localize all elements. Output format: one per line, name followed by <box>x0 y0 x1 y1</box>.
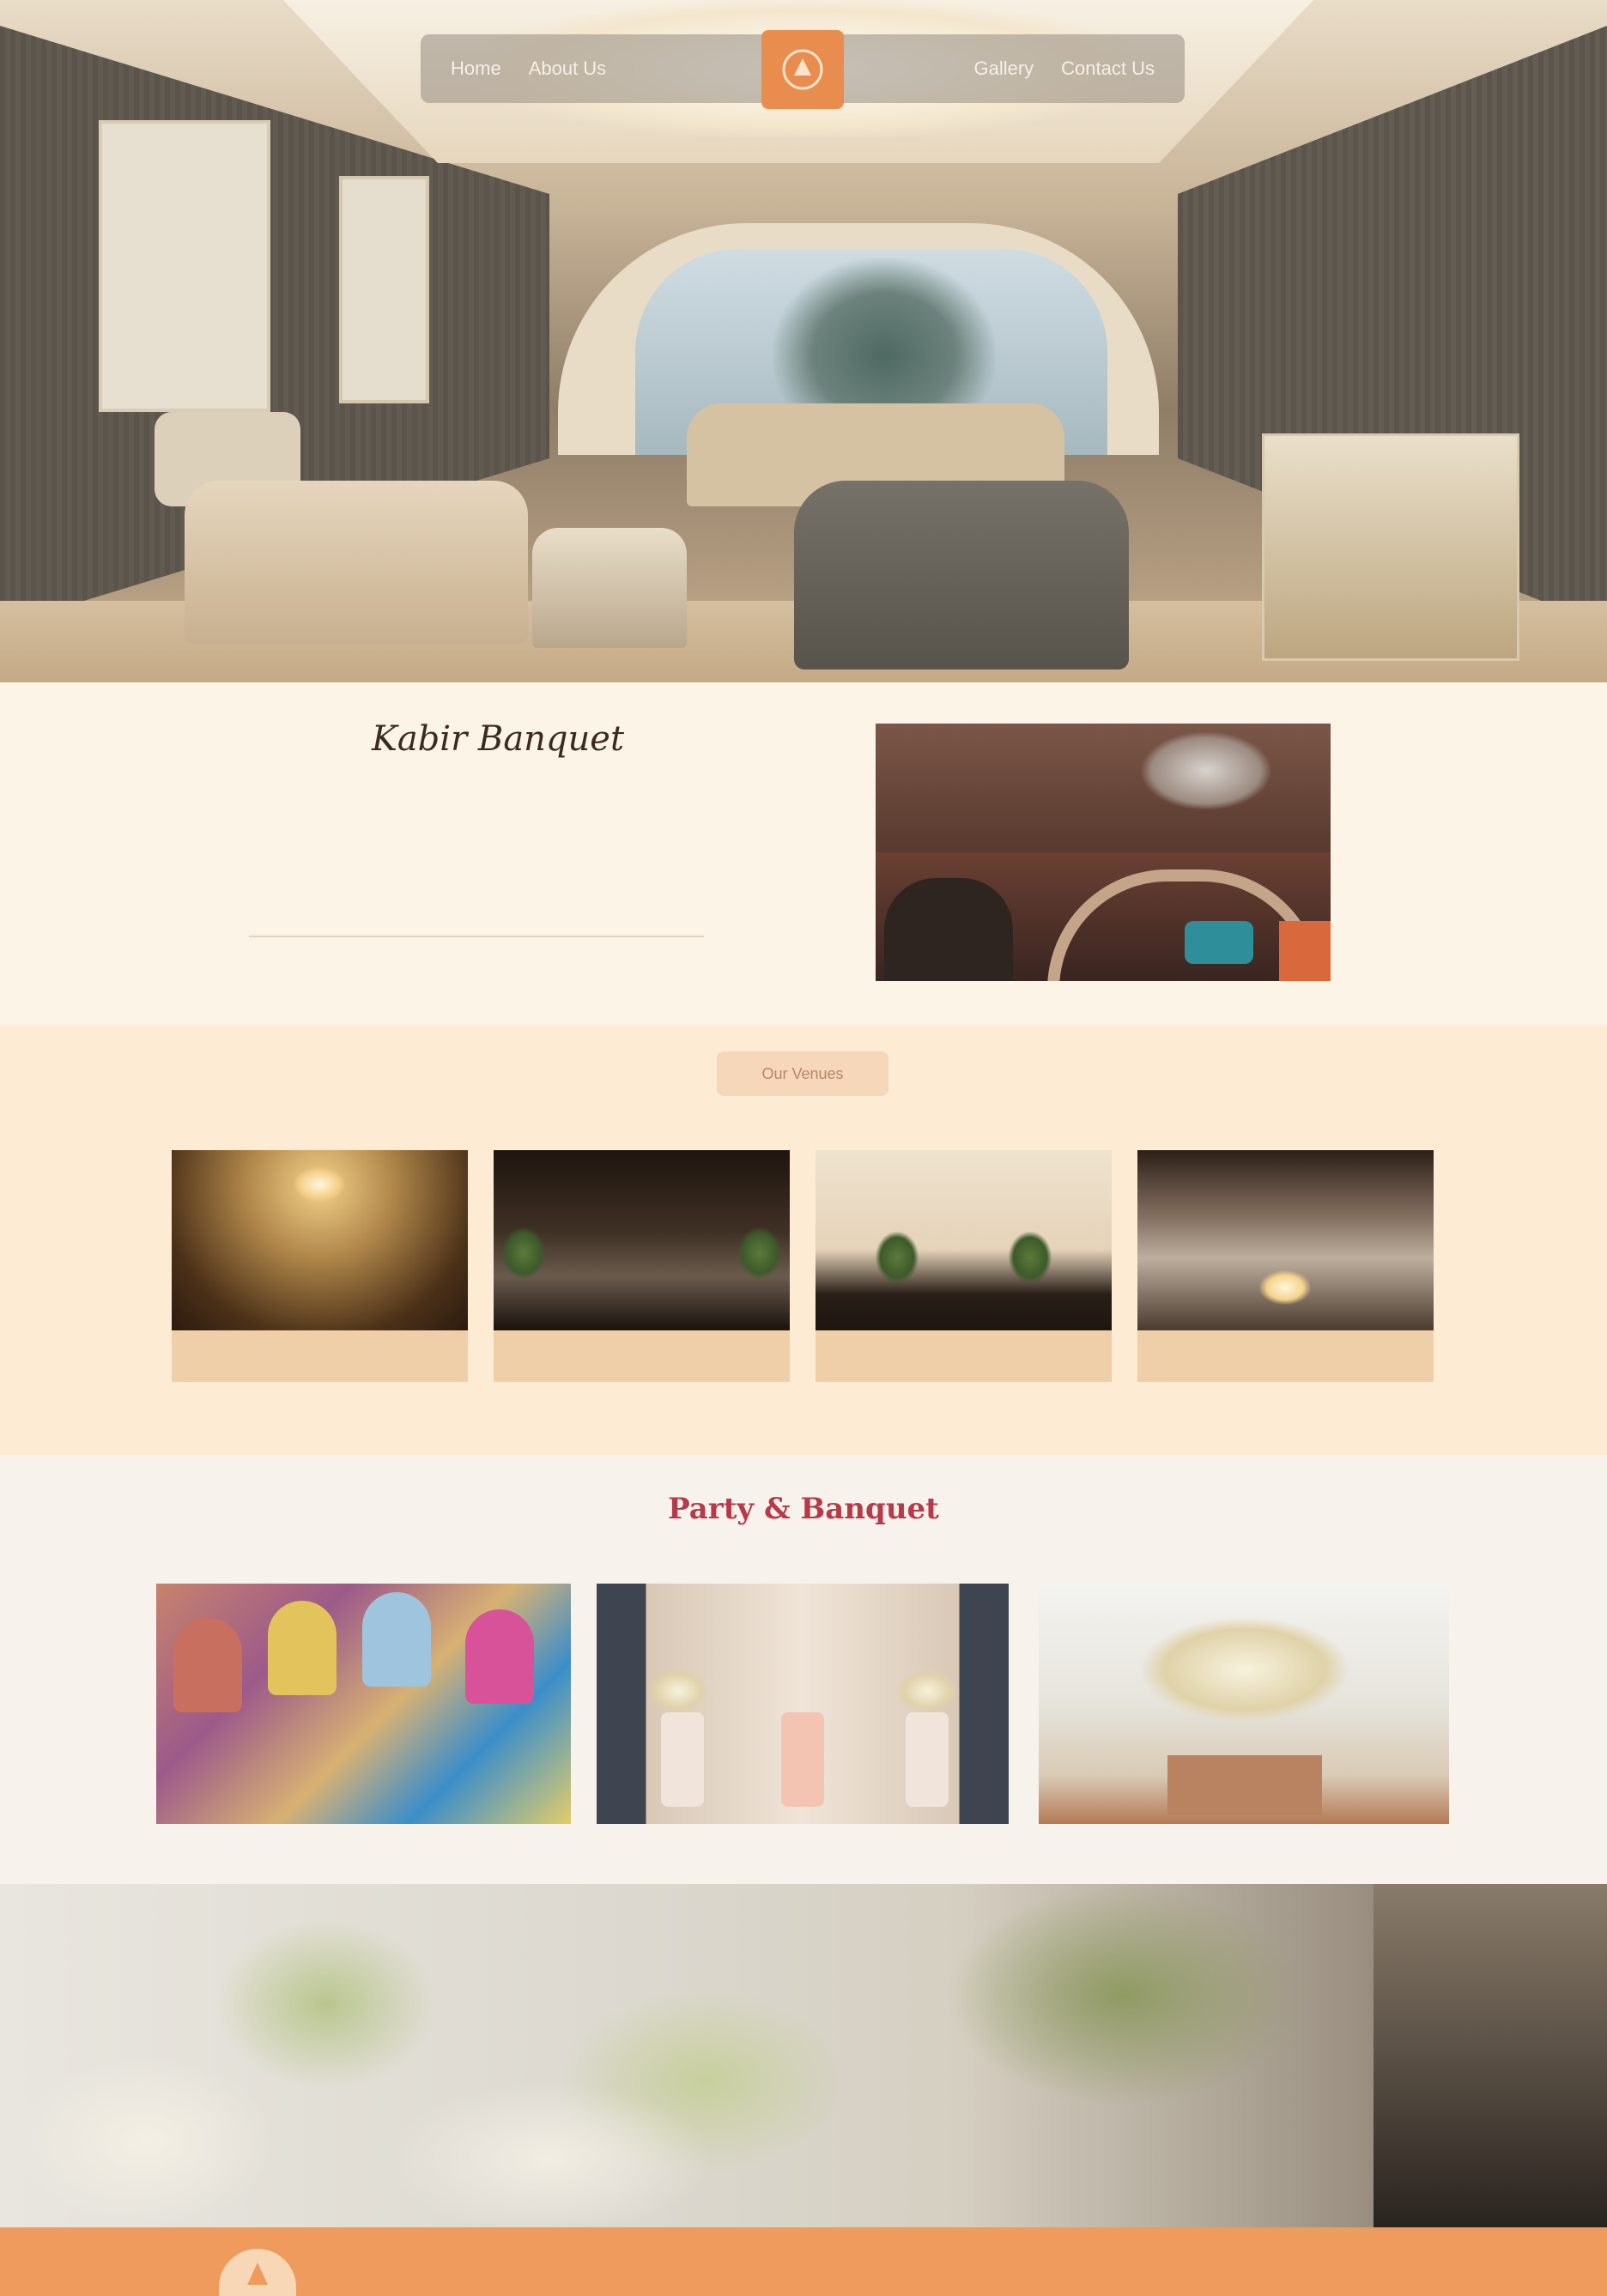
nav-link-about[interactable]: About Us <box>529 58 607 80</box>
photo-figure <box>268 1601 337 1695</box>
venue-caption <box>816 1330 1112 1382</box>
hero-armchair <box>794 481 1129 669</box>
our-venues-button[interactable]: Our Venues <box>717 1051 888 1096</box>
venue-card[interactable] <box>172 1150 468 1382</box>
venue-photo <box>816 1150 1112 1330</box>
venue-photo <box>494 1150 790 1330</box>
plant-icon <box>738 1227 781 1279</box>
party-photo-stage[interactable] <box>1039 1584 1449 1824</box>
chandelier-icon <box>1259 1270 1311 1305</box>
hero-window-tree <box>773 257 996 421</box>
venue-caption <box>1137 1330 1434 1382</box>
party-title: Party & Banquet <box>668 1492 939 1526</box>
photo-floral-backdrop <box>1142 1618 1348 1721</box>
chandelier-icon <box>294 1167 345 1202</box>
banner-foliage <box>944 1884 1305 2107</box>
banner-blossom <box>386 2081 713 2227</box>
party-photo-decor[interactable] <box>597 1584 1009 1824</box>
photo-figure <box>465 1609 534 1704</box>
venue-photo <box>172 1150 468 1330</box>
photo-orange-object <box>1279 921 1331 981</box>
party-photo-kids[interactable] <box>156 1584 571 1824</box>
welcome-title: Kabir Banquet <box>371 719 625 759</box>
venue-card[interactable] <box>494 1150 790 1382</box>
hero-sofa-left <box>185 481 528 644</box>
plant-icon <box>1009 1232 1052 1283</box>
photo-stage-sofa <box>1167 1755 1322 1815</box>
welcome-lounge-photo <box>876 724 1331 981</box>
hero-console-table <box>1262 433 1519 661</box>
nav-link-contact[interactable]: Contact Us <box>1061 58 1155 80</box>
venue-photo <box>1137 1150 1434 1330</box>
photo-flower-arrangement <box>648 1669 708 1712</box>
photo-bar-stool <box>884 878 1013 981</box>
photo-figure <box>173 1618 242 1712</box>
welcome-section <box>0 682 1607 1026</box>
photo-pedestal <box>906 1712 949 1807</box>
banner-blossom <box>17 2056 275 2227</box>
venue-caption <box>172 1330 468 1382</box>
photo-teal-object <box>1185 921 1253 964</box>
venue-card[interactable] <box>816 1150 1112 1382</box>
nav-link-gallery[interactable]: Gallery <box>973 58 1034 80</box>
logo-emblem-icon <box>782 49 823 90</box>
nav-link-home[interactable]: Home <box>451 58 501 80</box>
floral-decor-banner <box>0 1884 1607 2227</box>
footer-emblem-icon <box>247 2262 268 2285</box>
banner-wall-panel <box>1374 1884 1607 2227</box>
hero-coffee-table <box>532 528 687 648</box>
photo-lamp <box>1142 732 1270 809</box>
nav-left-group: Home About Us <box>451 58 606 80</box>
venue-card[interactable] <box>1137 1150 1434 1382</box>
photo-flower-arrangement <box>897 1669 957 1712</box>
wall-art-left <box>99 120 270 412</box>
photo-pedestal <box>661 1712 704 1807</box>
photo-figure <box>362 1592 431 1687</box>
plant-icon <box>502 1227 545 1279</box>
photo-pedestal <box>781 1712 824 1807</box>
welcome-divider <box>249 936 704 937</box>
wall-art-right <box>339 176 429 403</box>
plant-icon <box>876 1232 919 1283</box>
banner-foliage <box>215 1918 438 2090</box>
site-logo[interactable] <box>761 30 844 109</box>
nav-right-group: Gallery Contact Us <box>973 58 1155 80</box>
venue-caption <box>494 1330 790 1382</box>
